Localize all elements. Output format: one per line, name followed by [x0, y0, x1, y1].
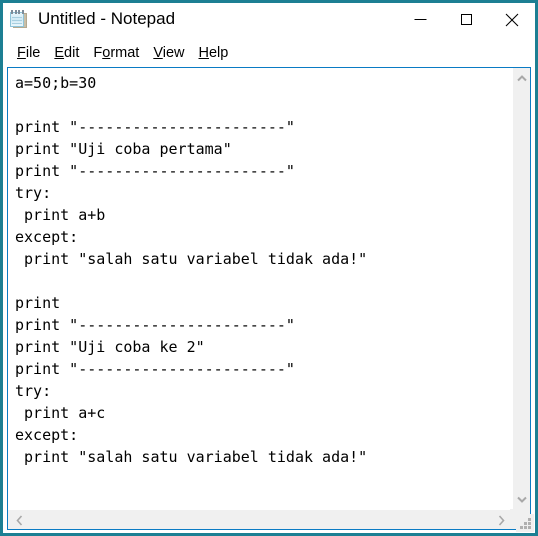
resize-grip[interactable]	[516, 514, 534, 532]
editor-text: a=50;b=30 print "-----------------------…	[15, 74, 368, 466]
menu-item-format[interactable]: Format	[86, 44, 146, 62]
minimize-button[interactable]	[397, 3, 443, 36]
notepad-icon-lines	[12, 17, 22, 25]
maximize-button[interactable]	[443, 3, 489, 36]
close-icon	[505, 13, 519, 26]
menu-item-edit[interactable]: Edit	[47, 44, 86, 62]
menu-item-file[interactable]: File	[10, 44, 47, 62]
menu-bar: File Edit Format View Help	[3, 42, 535, 64]
scroll-down-button[interactable]	[513, 490, 530, 508]
menu-item-help[interactable]: Help	[192, 44, 236, 62]
window-title: Untitled - Notepad	[38, 9, 176, 28]
editor-region: a=50;b=30 print "-----------------------…	[7, 67, 531, 530]
chevron-down-icon	[517, 496, 527, 503]
notepad-icon	[9, 10, 29, 30]
scroll-up-button[interactable]	[513, 69, 530, 87]
text-area[interactable]: a=50;b=30 print "-----------------------…	[8, 68, 512, 509]
caption-button-group	[397, 3, 535, 36]
minimize-icon	[414, 19, 426, 20]
notepad-icon-rings	[10, 10, 25, 14]
menu-item-view[interactable]: View	[146, 44, 191, 62]
notepad-window: Untitled - Notepad File Edit Format View…	[0, 0, 538, 536]
scroll-left-button[interactable]	[10, 511, 28, 529]
horizontal-scrollbar[interactable]	[8, 509, 512, 529]
resize-grip-icon	[520, 518, 531, 529]
chevron-up-icon	[517, 74, 527, 81]
maximize-icon	[460, 14, 472, 25]
vertical-scrollbar[interactable]	[512, 68, 530, 509]
chevron-left-icon	[15, 514, 22, 526]
scroll-right-button[interactable]	[492, 511, 510, 529]
close-button[interactable]	[489, 3, 535, 36]
title-bar[interactable]: Untitled - Notepad	[3, 3, 535, 40]
chevron-right-icon	[498, 514, 505, 526]
